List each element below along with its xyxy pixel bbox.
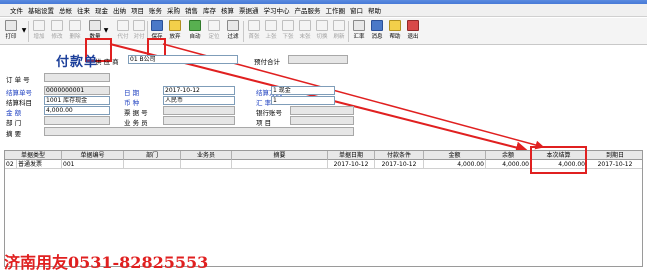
col-header-due[interactable]: 到期日 (587, 151, 643, 160)
supplier-field[interactable]: 01 B公司 (128, 55, 238, 64)
row-summary[interactable] (232, 160, 328, 169)
summary-label: 摘 要 (6, 130, 22, 138)
project-label: 项 目 (256, 119, 272, 127)
row-dept[interactable] (124, 160, 181, 169)
currency-field[interactable]: 人民币 (163, 96, 235, 105)
supplier-label: 供 应 商 (95, 58, 119, 66)
dept-label: 部 门 (6, 119, 22, 127)
row-seq: 02 (5, 160, 17, 169)
ticket-field[interactable] (163, 106, 235, 115)
dept-field[interactable] (44, 116, 110, 125)
order-no-label: 订 单 号 (6, 76, 30, 84)
staff-label: 业 务 员 (124, 119, 148, 127)
settle-subject-label: 结算科目 (6, 99, 32, 107)
col-header-type[interactable]: 单据类型 (5, 151, 62, 160)
project-field[interactable] (290, 116, 354, 125)
col-header-dept[interactable]: 部门 (124, 151, 181, 160)
row-date[interactable]: 2017-10-12 (328, 160, 375, 169)
form-title: 付款单 (56, 55, 99, 70)
row-staff[interactable] (181, 160, 232, 169)
rate-label: 汇 率 (256, 99, 272, 107)
bank-label: 银行账号 (256, 109, 282, 117)
settle-no-field[interactable]: 0000000001 (44, 86, 110, 95)
bank-field[interactable] (290, 106, 354, 115)
summary-field[interactable] (44, 127, 354, 136)
prepay-total-field (288, 55, 348, 64)
col-header-balance[interactable]: 余额 (486, 151, 531, 160)
amount-field[interactable]: 4,000.00 (44, 106, 110, 115)
highlight-box-settle-column (530, 146, 587, 174)
rate-field[interactable]: 1 (271, 96, 335, 105)
row-no[interactable]: 001 (62, 160, 124, 169)
col-header-staff[interactable]: 业务员 (181, 151, 232, 160)
col-header-no[interactable]: 单据编号 (62, 151, 124, 160)
ticket-label: 票 据 号 (124, 109, 148, 117)
settle-method-field[interactable]: 1 现金 (271, 86, 335, 95)
settle-subject-field[interactable]: 1001 库存现金 (44, 96, 110, 105)
col-header-amount[interactable]: 金额 (424, 151, 486, 160)
row-terms[interactable]: 2017-10-12 (375, 160, 424, 169)
date-field[interactable]: 2017-10-12 (163, 86, 235, 95)
row-balance[interactable]: 4,000.00 (486, 160, 531, 169)
col-header-date[interactable]: 单据日期 (328, 151, 375, 160)
currency-label: 币 种 (124, 99, 140, 107)
settle-no-label: 结算单号 (6, 89, 32, 97)
col-header-terms[interactable]: 付款条件 (375, 151, 424, 160)
watermark-text: 济南用友0531-82825553 (4, 253, 209, 272)
staff-field[interactable] (163, 116, 235, 125)
order-no-field[interactable] (44, 73, 110, 82)
row-amount[interactable]: 4,000.00 (424, 160, 486, 169)
amount-label: 金 额 (6, 109, 22, 117)
prepay-total-label: 预付合计 (254, 58, 280, 66)
date-label: 日 期 (124, 89, 140, 97)
row-due[interactable]: 2017-10-12 (587, 160, 643, 169)
col-header-summary[interactable]: 摘要 (232, 151, 328, 160)
row-type[interactable]: 普通发票 (17, 160, 62, 169)
